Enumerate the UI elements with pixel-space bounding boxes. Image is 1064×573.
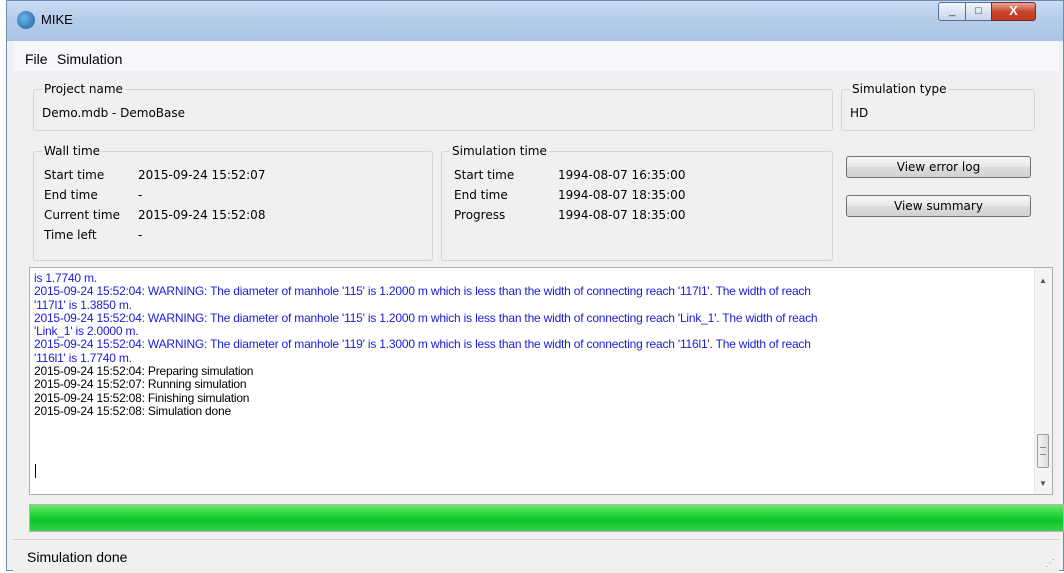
up-arrow-icon[interactable]: ▲ xyxy=(1039,276,1047,285)
text-caret xyxy=(35,464,36,478)
scrollbar-thumb[interactable] xyxy=(1037,434,1049,468)
log-line: '116l1' is 1.7740 m. xyxy=(34,350,132,365)
project-name-value: Demo.mdb - DemoBase xyxy=(42,106,186,120)
menu-bar: File Simulation xyxy=(13,41,1059,71)
simulation-time-label: Simulation time xyxy=(450,144,549,158)
log-textbox[interactable]: is 1.7740 m. 2015-09-24 15:52:04: WARNING… xyxy=(29,267,1053,495)
log-line: 2015-09-24 15:52:04: Preparing simulatio… xyxy=(34,364,254,379)
log-line: is 1.7740 m. xyxy=(34,271,97,285)
status-bar: Simulation done ⋰ xyxy=(13,539,1059,573)
wall-time-label: Wall time xyxy=(42,144,103,158)
menu-simulation[interactable]: Simulation xyxy=(57,51,122,67)
wall-end-value: - xyxy=(138,188,143,202)
wall-end-label: End time xyxy=(44,188,98,202)
progress-bar xyxy=(29,504,1064,532)
log-line: 2015-09-24 15:52:04: WARNING: The diamet… xyxy=(34,284,811,299)
simulation-type-group: Simulation type HD xyxy=(841,82,1035,131)
close-button[interactable]: X xyxy=(991,2,1036,21)
down-arrow-icon[interactable]: ▼ xyxy=(1039,479,1047,488)
project-name-label: Project name xyxy=(42,82,125,96)
wall-start-value: 2015-09-24 15:52:07 xyxy=(138,168,266,182)
mike-app-icon xyxy=(17,11,35,29)
wall-left-label: Time left xyxy=(44,228,97,242)
wall-time-group: Wall time Start time 2015-09-24 15:52:07… xyxy=(33,144,433,261)
title-bar[interactable]: MIKE _ □ X xyxy=(7,1,1063,41)
simulation-type-label: Simulation type xyxy=(850,82,949,96)
log-scrollbar[interactable]: ▲ ▼ xyxy=(1034,268,1052,494)
wall-start-label: Start time xyxy=(44,168,105,182)
sim-end-value: 1994-08-07 18:35:00 xyxy=(558,188,686,202)
project-name-group: Project name Demo.mdb - DemoBase xyxy=(33,82,833,131)
log-line: 2015-09-24 15:52:04: WARNING: The diamet… xyxy=(34,337,811,352)
sim-start-value: 1994-08-07 16:35:00 xyxy=(558,168,686,182)
maximize-button[interactable]: □ xyxy=(965,2,992,21)
main-window: MIKE _ □ X File Simulation Project name … xyxy=(6,0,1064,573)
view-summary-button[interactable]: View summary xyxy=(846,195,1031,217)
view-error-log-button[interactable]: View error log xyxy=(846,156,1031,178)
minimize-button[interactable]: _ xyxy=(938,2,966,21)
window-title: MIKE xyxy=(41,12,73,27)
sim-end-label: End time xyxy=(454,188,508,202)
wall-left-value: - xyxy=(138,228,143,242)
resize-grip-icon[interactable]: ⋰ xyxy=(1045,558,1055,569)
simulation-type-value: HD xyxy=(850,106,869,120)
simulation-time-group: Simulation time Start time 1994-08-07 16… xyxy=(441,144,833,261)
grip-icon xyxy=(1040,447,1046,455)
log-line: '117l1' is 1.3850 m. xyxy=(34,297,132,312)
log-line: 2015-09-24 15:52:08: Finishing simulatio… xyxy=(34,390,250,405)
wall-current-label: Current time xyxy=(44,208,120,222)
progress-fill xyxy=(30,505,1063,531)
log-line: 2015-09-24 15:52:07: Running simulation xyxy=(34,377,247,392)
log-text: is 1.7740 m. 2015-09-24 15:52:04: WARNING… xyxy=(34,271,1024,418)
sim-progress-value: 1994-08-07 18:35:00 xyxy=(558,208,686,222)
log-line: 2015-09-24 15:52:08: Simulation done xyxy=(34,403,231,418)
wall-current-value: 2015-09-24 15:52:08 xyxy=(138,208,266,222)
sim-start-label: Start time xyxy=(454,168,515,182)
log-line: 2015-09-24 15:52:04: WARNING: The diamet… xyxy=(34,310,818,325)
status-text: Simulation done xyxy=(27,549,128,565)
log-line: 'Link_1' is 2.0000 m. xyxy=(34,324,139,339)
menu-file[interactable]: File xyxy=(25,51,48,67)
sim-progress-label: Progress xyxy=(454,208,506,222)
